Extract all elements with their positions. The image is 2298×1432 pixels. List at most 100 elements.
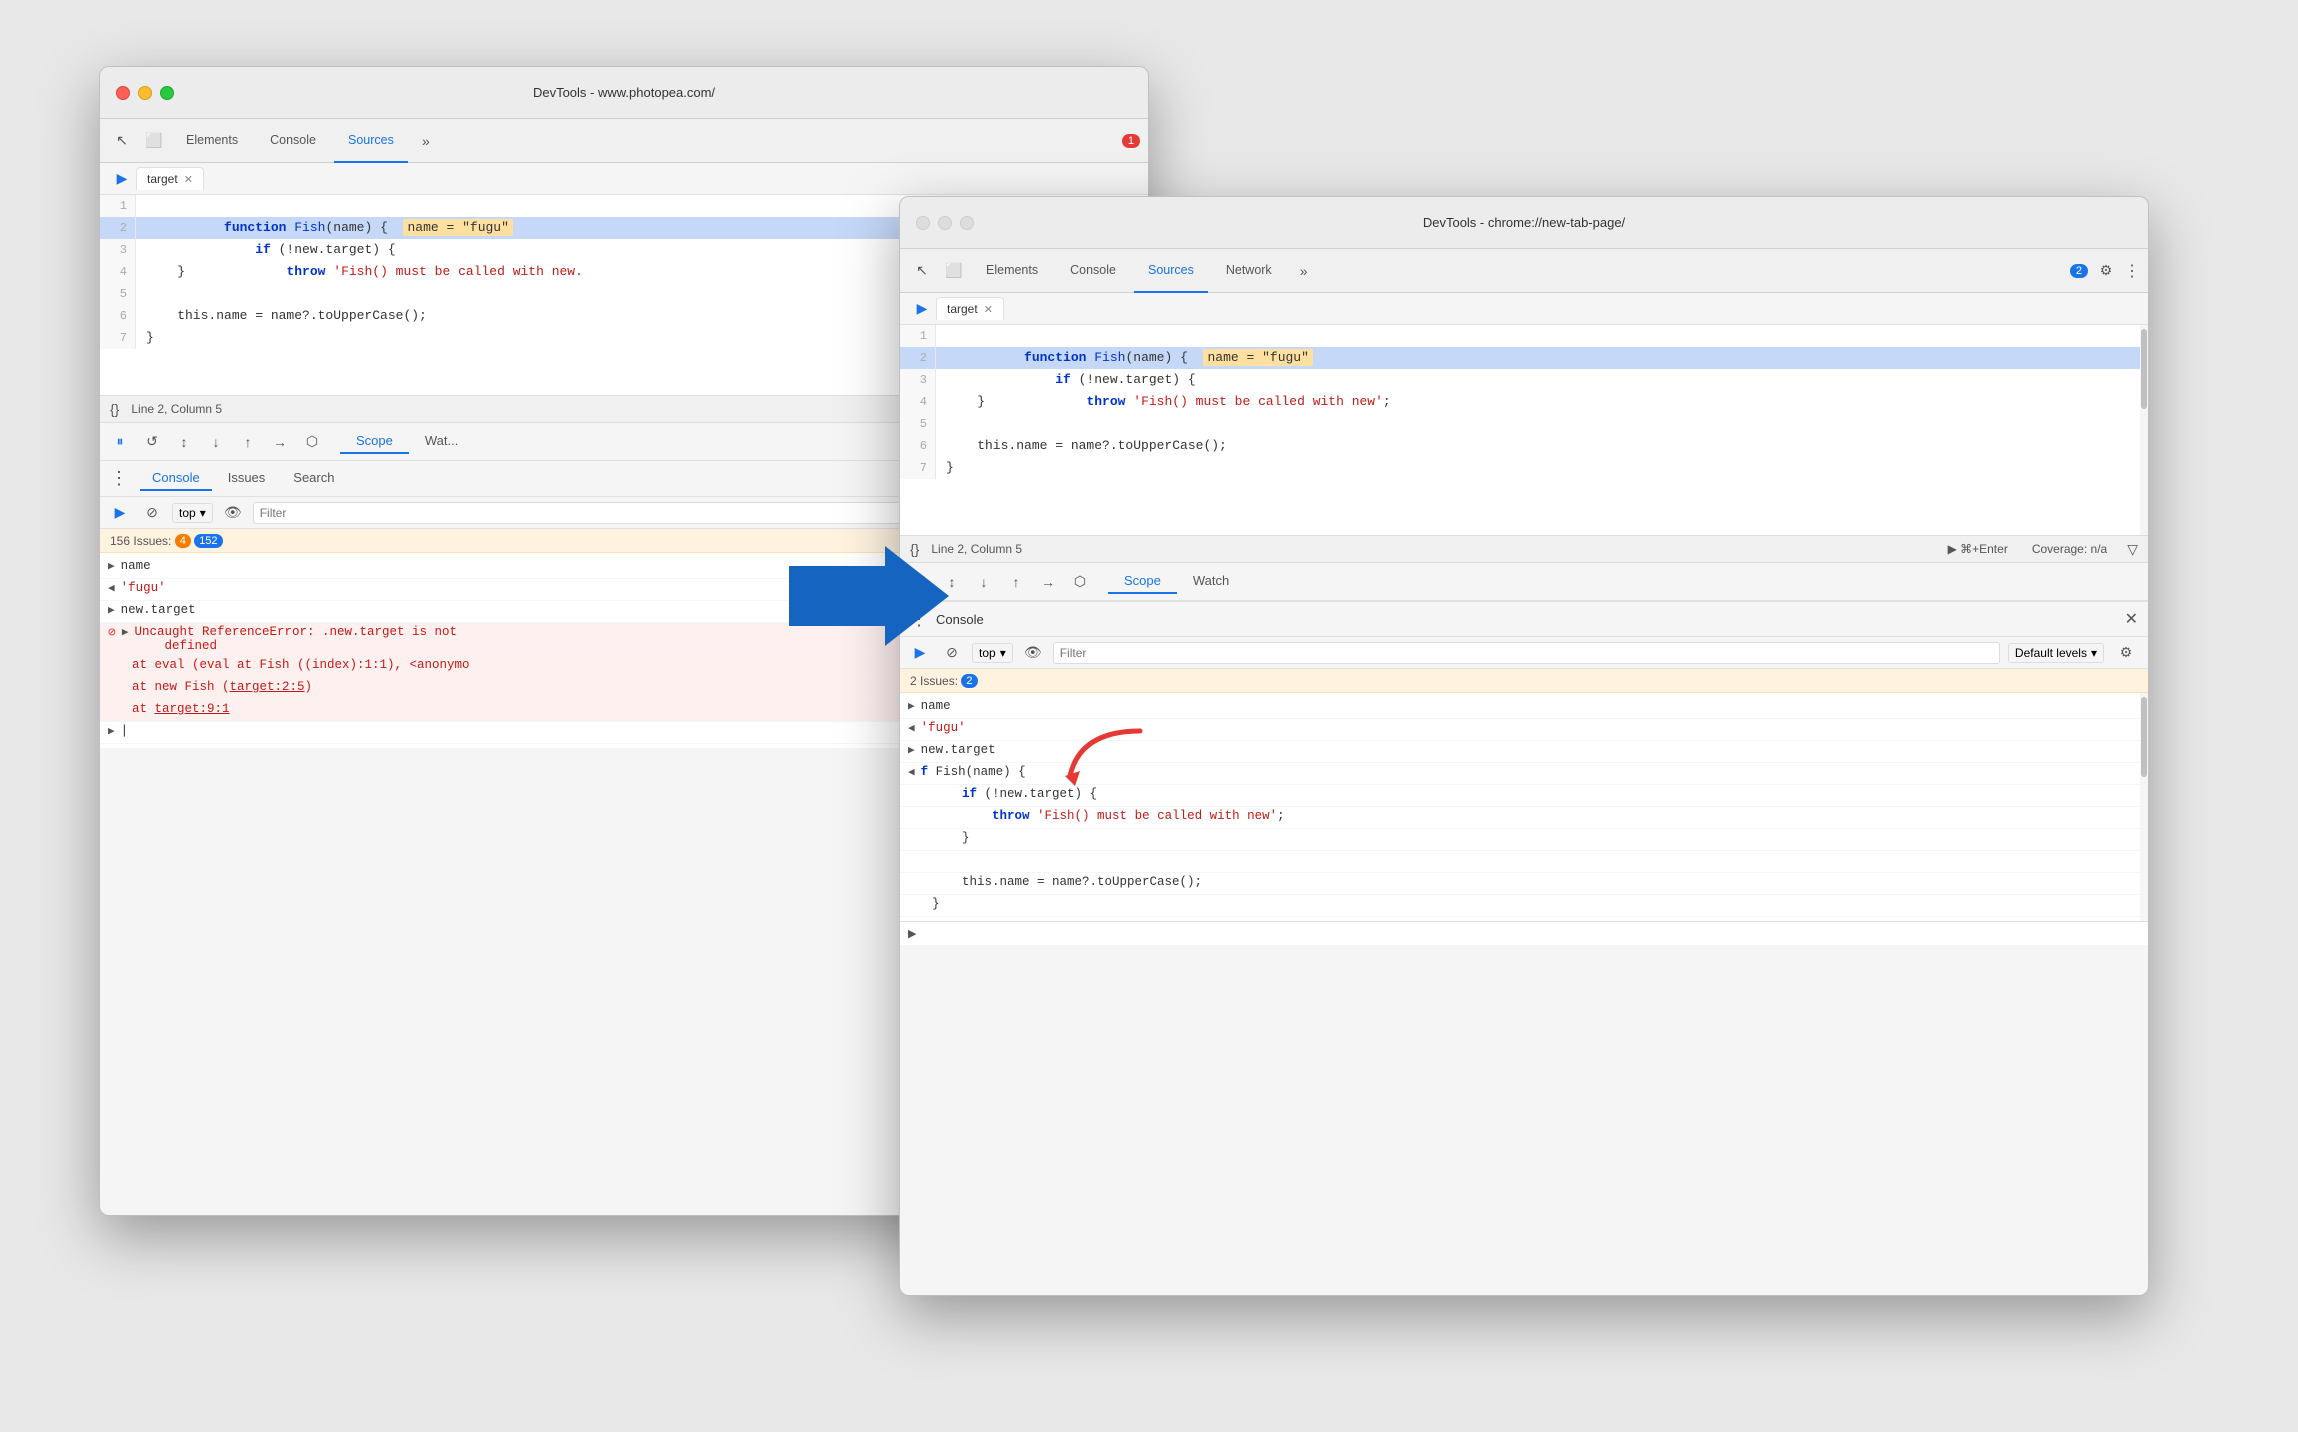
- close-button-back[interactable]: [116, 86, 130, 100]
- info-badge-front: 2: [2070, 264, 2088, 278]
- info-badge2-front: 2: [961, 674, 977, 688]
- search-tab-back[interactable]: Search: [281, 466, 346, 491]
- source-tabs-bar-front: ▶ target ✕: [900, 293, 2148, 325]
- scrollbar-front[interactable]: [2140, 325, 2148, 535]
- titlebar-back: DevTools - www.photopea.com/: [100, 67, 1148, 119]
- tab-sources-front[interactable]: Sources: [1134, 249, 1208, 293]
- minimize-button-front[interactable]: [938, 216, 952, 230]
- traffic-lights-front: [916, 216, 974, 230]
- tab-sources-back[interactable]: Sources: [334, 119, 408, 163]
- step-out-btn-back[interactable]: ↑: [236, 430, 260, 454]
- scope-tab-front[interactable]: Scope: [1108, 569, 1177, 594]
- issues-tab-back[interactable]: Issues: [216, 466, 278, 491]
- run-snippet-icon-front[interactable]: ▶ ⌘+Enter: [1948, 542, 2008, 556]
- code-line-1-front: 1 function Fish(name) { name = "fugu": [900, 325, 2148, 347]
- devtools-tabbar-front: ↖ ⬜ Elements Console Sources Network » 2…: [900, 249, 2148, 293]
- minimize-button-back[interactable]: [138, 86, 152, 100]
- scope-tab-back[interactable]: Scope: [340, 429, 409, 454]
- layers-icon-back[interactable]: ⬜: [140, 127, 168, 155]
- scene: DevTools - www.photopea.com/ ↖ ⬜ Element…: [99, 66, 2199, 1366]
- debug-tabs-front: Scope Watch: [1108, 569, 1245, 594]
- run-icon-back[interactable]: ▶: [108, 165, 136, 193]
- warning-badge-back: 4: [175, 534, 191, 548]
- run-icon-front[interactable]: ▶: [908, 295, 936, 323]
- block-btn-front[interactable]: ⊘: [940, 641, 964, 665]
- close-tab-icon-back[interactable]: ✕: [184, 173, 193, 186]
- tab-elements-front[interactable]: Elements: [972, 249, 1052, 293]
- traffic-lights-back: [116, 86, 174, 100]
- console-row-newtarget-front: ▶ new.target: [900, 741, 2148, 763]
- console-content-front: ▶ name ◀ 'fugu' ▶ new.target ◀ f Fish(na…: [900, 693, 2148, 921]
- default-levels-front[interactable]: Default levels ▾: [2008, 643, 2104, 663]
- cursor-icon-back[interactable]: ↖: [108, 127, 136, 155]
- console-row-name-front: ▶ name: [900, 697, 2148, 719]
- console-row-fn-detail2-front: throw 'Fish() must be called with new';: [900, 807, 2148, 829]
- target-link2-back[interactable]: target:9:1: [155, 702, 230, 716]
- step-out-btn-front[interactable]: ↑: [1004, 570, 1028, 594]
- step-into-btn-front[interactable]: ↓: [972, 570, 996, 594]
- tab-console-front[interactable]: Console: [1056, 249, 1130, 293]
- reload-btn-back[interactable]: ↺: [140, 430, 164, 454]
- maximize-button-back[interactable]: [160, 86, 174, 100]
- run-console-btn-back[interactable]: ▶: [108, 501, 132, 525]
- error-icon-back: ⊘: [108, 625, 116, 640]
- source-tab-target-front[interactable]: target ✕: [936, 297, 1004, 320]
- console-row-fn-detail3-front: }: [900, 829, 2148, 851]
- console-toolbar-front: ▶ ⊘ top ▾ 👁 Default levels ▾ ⚙: [900, 637, 2148, 669]
- console-filter-front[interactable]: [1053, 642, 2000, 664]
- top-select-front[interactable]: top ▾: [972, 643, 1013, 663]
- close-button-front[interactable]: [916, 216, 930, 230]
- deactivate-btn-back[interactable]: ⬡: [300, 430, 324, 454]
- console-close-btn[interactable]: ✕: [2125, 609, 2138, 629]
- step-over-btn-back[interactable]: ↕: [172, 430, 196, 454]
- block-btn-back[interactable]: ⊘: [140, 501, 164, 525]
- issues-count-bar-front: 2 Issues: 2: [900, 669, 2148, 693]
- scrollbar-console-front[interactable]: [2140, 693, 2148, 921]
- run-console-btn-front[interactable]: ▶: [908, 641, 932, 665]
- gear-icon-console-front[interactable]: ⚙: [2112, 639, 2140, 667]
- step-into-btn-back[interactable]: ↓: [204, 430, 228, 454]
- more-tabs-icon-front[interactable]: »: [1290, 257, 1318, 285]
- devtools-window-front: DevTools - chrome://new-tab-page/ ↖ ⬜ El…: [899, 196, 2149, 1296]
- debug-toolbar-front: ↺ ↕ ↓ ↑ → ⬡ Scope Watch: [900, 563, 2148, 601]
- maximize-button-front[interactable]: [960, 216, 974, 230]
- code-line-6-front: 6 this.name = name?.toUpperCase();: [900, 435, 2148, 457]
- more-menu-icon-front[interactable]: ⋮: [2124, 261, 2140, 281]
- code-line-7-front: 7 }: [900, 457, 2148, 479]
- scrollbar-thumb-front[interactable]: [2141, 329, 2147, 409]
- tab-network-front[interactable]: Network: [1212, 249, 1286, 293]
- titlebar-front: DevTools - chrome://new-tab-page/: [900, 197, 2148, 249]
- tab-elements-back[interactable]: Elements: [172, 119, 252, 163]
- deactivate-btn-front[interactable]: ⬡: [1068, 570, 1092, 594]
- error-badge-back: 1: [1122, 134, 1140, 148]
- filter-icon-front[interactable]: ▽: [2127, 541, 2138, 558]
- close-tab-icon-front[interactable]: ✕: [984, 303, 993, 316]
- gear-icon-front[interactable]: ⚙: [2092, 257, 2120, 285]
- three-dots-back[interactable]: ⋮: [110, 468, 128, 489]
- info-badge-back: 152: [194, 534, 222, 548]
- console-row-fn-detail4-front: this.name = name?.toUpperCase();: [900, 873, 2148, 895]
- devtools-tabbar-back: ↖ ⬜ Elements Console Sources » 1: [100, 119, 1148, 163]
- more-tabs-icon-back[interactable]: »: [412, 127, 440, 155]
- console-title-front: Console: [936, 612, 984, 627]
- top-select-back[interactable]: top ▾: [172, 503, 213, 523]
- layers-icon-front[interactable]: ⬜: [940, 257, 968, 285]
- pause-btn-back[interactable]: ⏸: [108, 430, 132, 454]
- eye-btn-front[interactable]: 👁: [1021, 641, 1045, 665]
- cursor-icon-front[interactable]: ↖: [908, 257, 936, 285]
- step-next-btn-back[interactable]: →: [268, 430, 292, 454]
- scrollbar-thumb-console-front[interactable]: [2141, 697, 2147, 777]
- step-next-btn-front[interactable]: →: [1036, 570, 1060, 594]
- window-title-front: DevTools - chrome://new-tab-page/: [1423, 215, 1625, 230]
- watch-tab-back[interactable]: Wat...: [409, 429, 474, 454]
- code-line-5-front: 5: [900, 413, 2148, 435]
- target-link-back[interactable]: target:2:5: [230, 680, 305, 694]
- source-tab-target-back[interactable]: target ✕: [136, 167, 204, 190]
- tab-console-back[interactable]: Console: [256, 119, 330, 163]
- watch-tab-front[interactable]: Watch: [1177, 569, 1245, 594]
- console-row-fn-detail5-front: }: [900, 895, 2148, 917]
- expand-icon-front[interactable]: ▶: [908, 927, 916, 940]
- console-tab-back[interactable]: Console: [140, 466, 212, 491]
- step-over-btn-front[interactable]: ↕: [940, 570, 964, 594]
- eye-btn-back[interactable]: 👁: [221, 501, 245, 525]
